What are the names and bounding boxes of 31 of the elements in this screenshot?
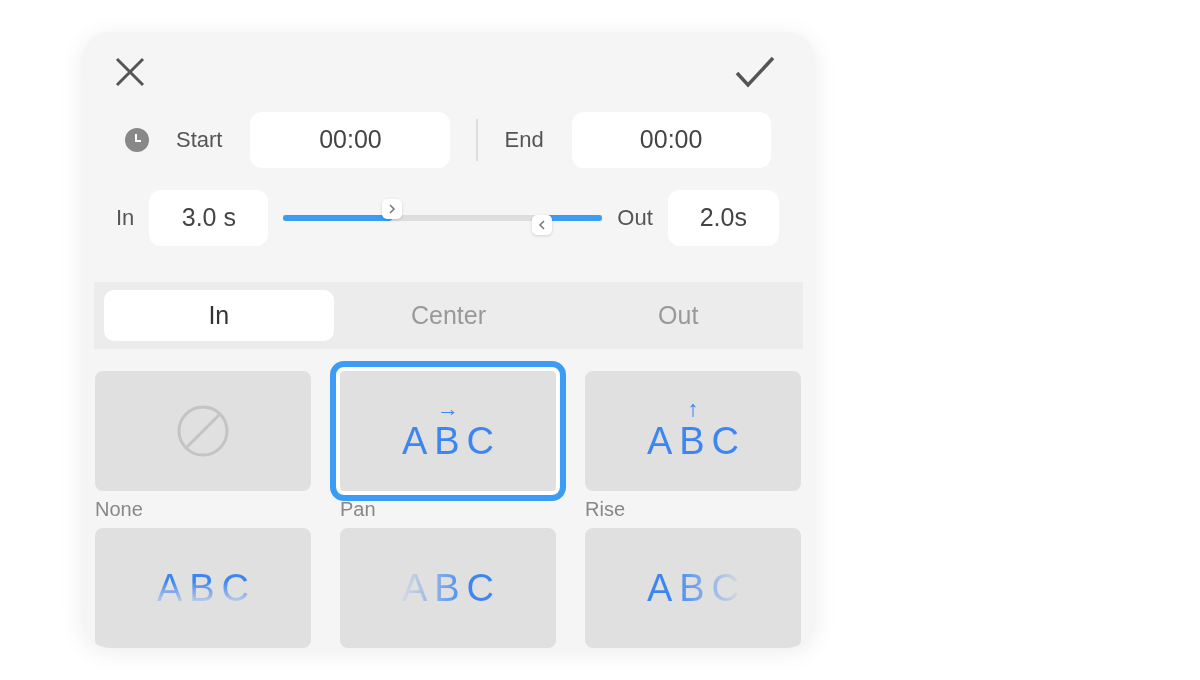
out-duration-field[interactable]: 2.0s — [667, 189, 779, 246]
in-duration-field[interactable]: 3.0 s — [149, 189, 269, 246]
sample-text: ABC — [400, 419, 502, 463]
effect-tile[interactable]: ABC — [95, 528, 311, 648]
chevron-left-icon — [537, 218, 546, 231]
tab[interactable]: Center — [333, 289, 564, 341]
tab[interactable]: Out — [563, 289, 793, 341]
effect-tile[interactable]: → ABC — [330, 361, 566, 501]
in-label: In — [116, 204, 135, 231]
out-label: Out — [617, 204, 653, 231]
close-icon[interactable] — [114, 56, 146, 88]
arrow-icon: → — [437, 399, 459, 419]
effect-label: None — [95, 497, 144, 522]
clock-icon — [124, 126, 150, 153]
none-icon — [176, 404, 230, 458]
tab[interactable]: In — [104, 289, 334, 341]
chevron-right-icon — [387, 202, 396, 215]
effect-tile[interactable] — [95, 371, 311, 491]
start-time-field[interactable]: 00:00 — [250, 111, 451, 168]
end-label: End — [504, 126, 544, 153]
effect-tile[interactable]: ABC — [585, 528, 801, 648]
effect-tile[interactable]: ↑ ABC — [585, 371, 801, 491]
start-label: Start — [176, 126, 223, 153]
sample-text: ABC — [645, 419, 747, 463]
in-handle[interactable] — [381, 198, 402, 219]
arrow-icon: ↑ — [687, 399, 699, 419]
effect-label: Rise — [585, 497, 626, 522]
out-handle[interactable] — [531, 214, 552, 235]
end-time-field[interactable]: 00:00 — [571, 111, 771, 168]
effect-tile[interactable]: ABC — [340, 528, 556, 648]
check-icon[interactable] — [735, 56, 775, 88]
